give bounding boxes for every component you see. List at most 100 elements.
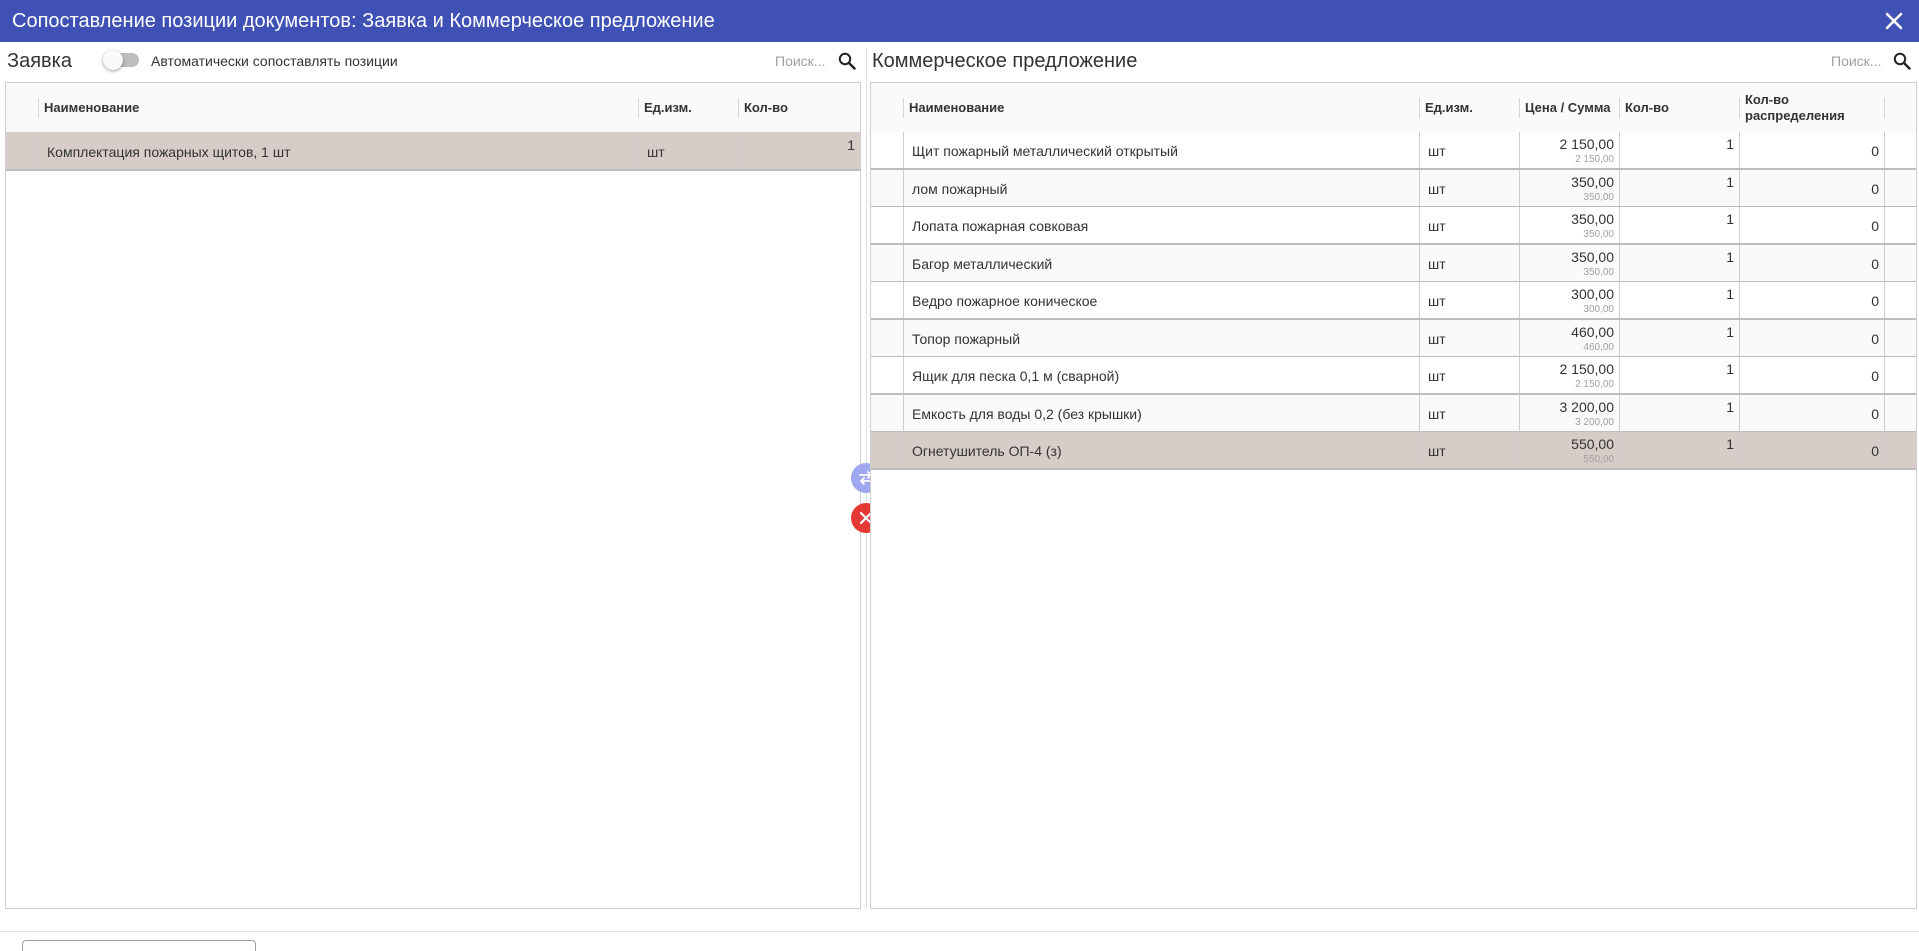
row-sum: 350,00 bbox=[1583, 266, 1614, 278]
row-name-cell: Лопата пожарная совковая bbox=[903, 207, 1419, 243]
footer-button[interactable] bbox=[22, 940, 256, 951]
row-name: Лопата пожарная совковая bbox=[912, 218, 1089, 234]
row-distribution: 0 bbox=[1871, 255, 1879, 272]
row-price: 350,00 bbox=[1571, 211, 1614, 227]
right-table: Наименование Ед.изм. Цена / Сумма Кол-во… bbox=[870, 82, 1917, 909]
auto-match-toggle[interactable] bbox=[103, 50, 139, 70]
row-sum: 3 200,00 bbox=[1575, 416, 1614, 428]
row-distribution: 0 bbox=[1871, 143, 1879, 159]
row-name: Щит пожарный металлический открытый bbox=[912, 143, 1178, 159]
row-qty-cell: 1 bbox=[1619, 282, 1739, 318]
right-col-price[interactable]: Цена / Сумма bbox=[1519, 83, 1619, 132]
row-price-cell: 350,00 350,00 bbox=[1519, 169, 1619, 206]
left-col-unit[interactable]: Ед.изм. bbox=[638, 83, 738, 132]
row-qty: 1 bbox=[1726, 248, 1734, 265]
right-table-row[interactable]: Лопата пожарная совковая шт 350,00 350,00 1 0 bbox=[871, 207, 1916, 245]
row-distribution-cell: 0 bbox=[1739, 207, 1884, 243]
right-table-row[interactable]: Ведро пожарное коническое шт 300,00 300,00 1… bbox=[871, 282, 1916, 320]
row-price: 2 150,00 bbox=[1559, 136, 1615, 152]
row-unit: шт bbox=[1428, 255, 1446, 272]
row-marker-cell bbox=[871, 170, 903, 206]
row-qty-cell: 1 bbox=[1619, 432, 1739, 468]
row-unit-cell: шт bbox=[1419, 132, 1519, 168]
left-col-qty[interactable]: Кол-во bbox=[738, 83, 856, 132]
row-name-cell: Емкость для воды 0,2 (без крышки) bbox=[903, 394, 1419, 431]
left-panel-title: Заявка bbox=[7, 50, 72, 72]
left-search-button[interactable] bbox=[838, 52, 856, 75]
row-distribution: 0 bbox=[1871, 330, 1879, 347]
row-end-cell bbox=[1884, 244, 1916, 281]
row-distribution: 0 bbox=[1871, 293, 1879, 309]
left-table-row[interactable]: Комплектация пожарных щитов, 1 шт шт 1 bbox=[6, 133, 860, 171]
row-marker-cell bbox=[871, 132, 903, 168]
right-table-row[interactable]: Топор пожарный шт 460,00 460,00 1 0 bbox=[871, 319, 1916, 358]
row-qty-cell: 1 bbox=[1619, 319, 1739, 356]
row-name: Ящик для песка 0,1 м (сварной) bbox=[912, 368, 1120, 384]
row-price-cell: 350,00 350,00 bbox=[1519, 207, 1619, 243]
left-col-name[interactable]: Наименование bbox=[38, 83, 638, 132]
row-unit: шт bbox=[1428, 405, 1446, 422]
right-table-row[interactable]: лом пожарный шт 350,00 350,00 1 0 bbox=[871, 169, 1916, 208]
search-icon bbox=[838, 52, 856, 70]
row-name: Ведро пожарное коническое bbox=[912, 293, 1098, 309]
right-table-row[interactable]: Огнетушитель ОП-4 (з) шт 550,00 550,00 1 0 bbox=[871, 432, 1916, 470]
right-col-unit[interactable]: Ед.изм. bbox=[1419, 83, 1519, 132]
row-end-cell bbox=[1884, 357, 1916, 393]
row-unit-cell: шт bbox=[1419, 394, 1519, 431]
row-name-cell: Багор металлический bbox=[903, 244, 1419, 281]
right-col-name[interactable]: Наименование bbox=[903, 83, 1449, 132]
row-name: Багор металлический bbox=[912, 255, 1053, 272]
right-table-row[interactable]: Багор металлический шт 350,00 350,00 1 0 bbox=[871, 244, 1916, 283]
row-distribution: 0 bbox=[1871, 405, 1879, 422]
row-name-cell: Ведро пожарное коническое bbox=[903, 282, 1419, 318]
right-table-header: Наименование Ед.изм. Цена / Сумма Кол-во… bbox=[871, 83, 1916, 133]
row-name-cell: Топор пожарный bbox=[903, 319, 1419, 356]
row-qty: 1 bbox=[1726, 436, 1734, 452]
right-table-row[interactable]: Щит пожарный металлический открытый шт 2 1… bbox=[871, 132, 1916, 170]
row-unit: шт bbox=[1428, 180, 1446, 197]
row-unit-cell: шт bbox=[1419, 169, 1519, 206]
row-end-cell bbox=[1884, 319, 1916, 356]
close-dialog-button[interactable] bbox=[1881, 8, 1907, 34]
toggle-knob bbox=[103, 50, 123, 70]
right-col-distribution[interactable]: Кол-во распределения bbox=[1739, 83, 1884, 132]
row-qty: 1 bbox=[1726, 286, 1734, 302]
row-qty: 1 bbox=[847, 137, 855, 153]
row-unit-cell: шт bbox=[1419, 319, 1519, 356]
row-unit-cell: шт bbox=[1419, 357, 1519, 393]
row-sum: 350,00 bbox=[1583, 229, 1614, 240]
row-name: Топор пожарный bbox=[912, 330, 1021, 347]
row-price: 350,00 bbox=[1571, 173, 1614, 190]
right-col-qty[interactable]: Кол-во bbox=[1619, 83, 1739, 132]
row-distribution: 0 bbox=[1871, 443, 1879, 459]
right-search-button[interactable] bbox=[1893, 52, 1911, 75]
right-table-row[interactable]: Емкость для воды 0,2 (без крышки) шт 3 200… bbox=[871, 394, 1916, 433]
row-name-cell: Комплектация пожарных щитов, 1 шт bbox=[38, 133, 638, 169]
right-panel-title: Коммерческое предложение bbox=[872, 50, 1138, 72]
right-table-row[interactable]: Ящик для песка 0,1 м (сварной) шт 2 150,00… bbox=[871, 357, 1916, 395]
row-name: Огнетушитель ОП-4 (з) bbox=[912, 443, 1062, 459]
left-search-input[interactable]: Поиск... bbox=[775, 53, 825, 69]
row-price: 2 150,00 bbox=[1559, 361, 1615, 377]
row-unit: шт bbox=[1428, 330, 1446, 347]
row-price: 3 200,00 bbox=[1559, 398, 1615, 415]
close-icon bbox=[1885, 12, 1903, 30]
row-qty-cell: 1 bbox=[1619, 132, 1739, 168]
row-unit-cell: шт bbox=[1419, 432, 1519, 468]
row-marker-cell bbox=[871, 357, 903, 393]
row-name: Комплектация пожарных щитов, 1 шт bbox=[47, 144, 291, 160]
row-unit: шт bbox=[1428, 293, 1446, 309]
row-distribution-cell: 0 bbox=[1739, 282, 1884, 318]
row-price: 550,00 bbox=[1571, 436, 1614, 452]
row-unit: шт bbox=[647, 144, 665, 160]
row-end-cell bbox=[1884, 132, 1916, 168]
right-search-input[interactable]: Поиск... bbox=[1831, 53, 1881, 69]
row-unit-cell: шт bbox=[1419, 282, 1519, 318]
row-price-cell: 350,00 350,00 bbox=[1519, 244, 1619, 281]
row-unit-cell: шт bbox=[1419, 207, 1519, 243]
row-qty-cell: 1 bbox=[738, 133, 860, 169]
row-unit: шт bbox=[1428, 218, 1446, 234]
row-qty: 1 bbox=[1726, 361, 1734, 377]
row-qty: 1 bbox=[1726, 136, 1734, 152]
row-sum: 550,00 bbox=[1583, 454, 1614, 465]
